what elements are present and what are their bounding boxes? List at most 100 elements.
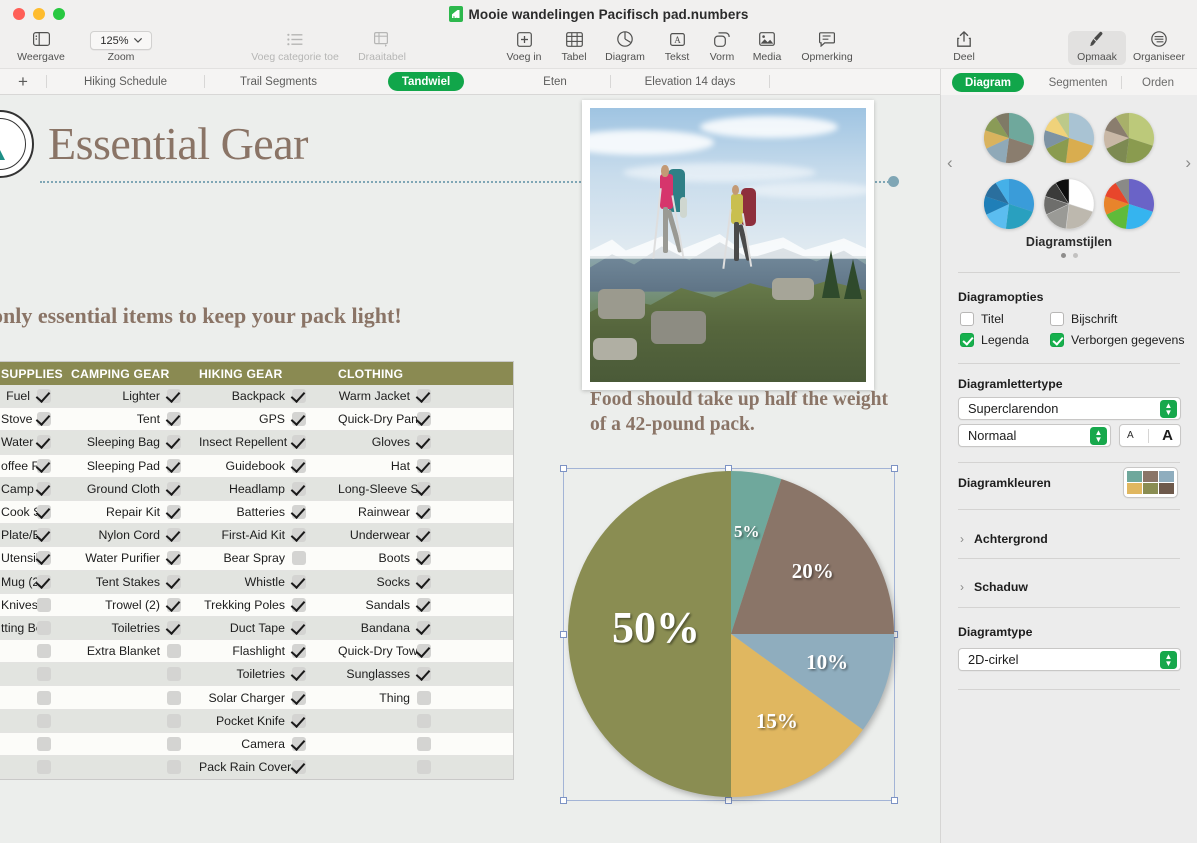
tab-orden[interactable]: Orden — [1129, 73, 1187, 92]
table-cell[interactable]: First-Aid Kit — [191, 528, 316, 542]
pager-dot-1[interactable] — [1061, 253, 1066, 258]
checkbox-checked-icon[interactable] — [417, 459, 431, 473]
checkbox-unchecked-icon[interactable] — [167, 737, 181, 751]
checkbox-unchecked-icon[interactable] — [37, 621, 51, 635]
table-cell[interactable]: Underwear — [316, 528, 441, 542]
checkbox-checked-icon[interactable] — [417, 667, 431, 681]
table-cell-checkbox-wrap[interactable] — [417, 389, 441, 403]
table-cell-checkbox-wrap[interactable] — [167, 505, 191, 519]
font-family-select[interactable]: Superclarendon ▲▼ — [958, 397, 1181, 420]
table-cell[interactable]: Solar Charger — [191, 691, 316, 705]
table-cell-checkbox-wrap[interactable] — [167, 760, 191, 774]
checkbox-checked-icon[interactable] — [417, 575, 431, 589]
checkbox-checked-icon[interactable] — [167, 505, 181, 519]
checkbox-checked-icon[interactable] — [417, 482, 431, 496]
table-cell-checkbox-wrap[interactable] — [37, 459, 61, 473]
stepper-icon[interactable]: ▲▼ — [1090, 427, 1107, 445]
checkbox-checked-icon[interactable] — [37, 528, 51, 542]
table-cell-checkbox-wrap[interactable] — [292, 412, 316, 426]
checkbox-checked-icon[interactable] — [417, 389, 431, 403]
table-row[interactable]: Water BottleSleeping BagInsect Repellent… — [0, 431, 513, 454]
table-cell[interactable]: Batteries — [191, 505, 316, 519]
checkbox-unchecked-icon[interactable] — [167, 644, 181, 658]
checkbox-checked-icon[interactable] — [167, 412, 181, 426]
table-cell[interactable]: Sleeping Pad — [61, 459, 191, 473]
checkbox-checked-icon[interactable] — [167, 389, 181, 403]
table-row[interactable]: tting BoardToiletriesDuct TapeBandana — [0, 617, 513, 640]
table-cell[interactable] — [61, 691, 191, 705]
checkbox-legenda[interactable] — [960, 333, 974, 347]
table-cell[interactable]: Fuel — [0, 389, 61, 403]
photo-caption[interactable]: Food should take up half the weight of a… — [590, 388, 890, 438]
table-cell-checkbox-wrap[interactable] — [37, 575, 61, 589]
table-cell-checkbox-wrap[interactable] — [292, 575, 316, 589]
table-cell-checkbox-wrap[interactable] — [417, 714, 441, 728]
table-cell[interactable]: Socks — [316, 575, 441, 589]
table-cell[interactable]: Extra Blanket — [61, 644, 191, 658]
tab-segmenten[interactable]: Segmenten — [1036, 73, 1121, 92]
checkbox-checked-icon[interactable] — [417, 621, 431, 635]
table-cell[interactable]: tting Board — [0, 621, 61, 635]
checkbox-checked-icon[interactable] — [292, 760, 306, 774]
checkbox-unchecked-icon[interactable] — [37, 598, 51, 612]
table-cell-checkbox-wrap[interactable] — [417, 551, 441, 565]
checkbox-unchecked-icon[interactable] — [37, 737, 51, 751]
checkbox-checked-icon[interactable] — [292, 505, 306, 519]
disclosure-schaduw[interactable]: › Schaduw — [960, 580, 1028, 594]
toolbar-button-share[interactable]: Deel — [927, 29, 1001, 63]
table-cell-checkbox-wrap[interactable] — [167, 575, 191, 589]
table-cell[interactable]: Nylon Cord — [61, 528, 191, 542]
table-cell-checkbox-wrap[interactable] — [37, 551, 61, 565]
table-cell-checkbox-wrap[interactable] — [167, 412, 191, 426]
checkbox-checked-icon[interactable] — [167, 459, 181, 473]
table-cell[interactable]: Toiletries — [61, 621, 191, 635]
styles-next-button[interactable]: › — [1185, 153, 1191, 173]
checkbox-checked-icon[interactable] — [417, 644, 431, 658]
table-cell-checkbox-wrap[interactable] — [167, 482, 191, 496]
table-cell[interactable]: Headlamp — [191, 482, 316, 496]
checkbox-checked-icon[interactable] — [292, 412, 306, 426]
table-cell[interactable]: Ground Cloth — [61, 482, 191, 496]
table-cell[interactable]: Plate/Bowl — [0, 528, 61, 542]
table-cell-checkbox-wrap[interactable] — [167, 598, 191, 612]
window-controls[interactable] — [0, 8, 65, 20]
table-cell[interactable]: Toiletries — [191, 667, 316, 681]
table-cell-checkbox-wrap[interactable] — [417, 459, 441, 473]
toolbar-button-view[interactable]: Weergave — [4, 29, 78, 63]
table-cell-checkbox-wrap[interactable] — [417, 435, 441, 449]
toolbar-button-organize[interactable]: Organiseer — [1122, 29, 1196, 63]
table-cell[interactable]: Tent Stakes — [61, 575, 191, 589]
table-cell-checkbox-wrap[interactable] — [37, 389, 61, 403]
table-row[interactable]: StoveTentGPSQuick-Dry Pants — [0, 408, 513, 431]
table-cell[interactable]: Lighter — [61, 389, 191, 403]
font-larger-button[interactable]: A — [1162, 427, 1173, 444]
table-cell[interactable]: GPS — [191, 412, 316, 426]
resize-handle-bottom-left[interactable] — [560, 797, 567, 804]
table-row[interactable]: Extra BlanketFlashlightQuick-Dry Towel — [0, 640, 513, 663]
table-row[interactable]: Mug (2)Tent StakesWhistleSocks — [0, 571, 513, 594]
table-cell[interactable]: Water Bottle — [0, 435, 61, 449]
table-cell-checkbox-wrap[interactable] — [167, 389, 191, 403]
checkbox-checked-icon[interactable] — [417, 551, 431, 565]
table-row[interactable]: offee FiltersSleeping PadGuidebookHat — [0, 455, 513, 478]
table-cell[interactable]: Cook Set — [0, 505, 61, 519]
checkbox-checked-icon[interactable] — [292, 528, 306, 542]
table-cell[interactable]: Bandana — [316, 621, 441, 635]
table-cell-checkbox-wrap[interactable] — [292, 621, 316, 635]
checkbox-checked-icon[interactable] — [167, 551, 181, 565]
checkbox-unchecked-icon[interactable] — [37, 667, 51, 681]
close-button[interactable] — [13, 8, 25, 20]
table-cell[interactable] — [61, 760, 191, 774]
table-row[interactable]: Pocket Knife — [0, 710, 513, 733]
table-cell[interactable]: Camp Soap — [0, 482, 61, 496]
checkbox-unchecked-icon[interactable] — [417, 714, 431, 728]
checkbox-verborgen-gegevens[interactable] — [1050, 333, 1064, 347]
table-cell[interactable]: Rainwear — [316, 505, 441, 519]
checkbox-unchecked-icon[interactable] — [167, 667, 181, 681]
table-cell-checkbox-wrap[interactable] — [167, 737, 191, 751]
table-cell[interactable]: Backpack — [191, 389, 316, 403]
table-cell[interactable]: Water Purifier — [61, 551, 191, 565]
table-cell[interactable] — [0, 691, 61, 705]
table-cell[interactable]: Trowel (2) — [61, 598, 191, 612]
table-cell-checkbox-wrap[interactable] — [292, 714, 316, 728]
